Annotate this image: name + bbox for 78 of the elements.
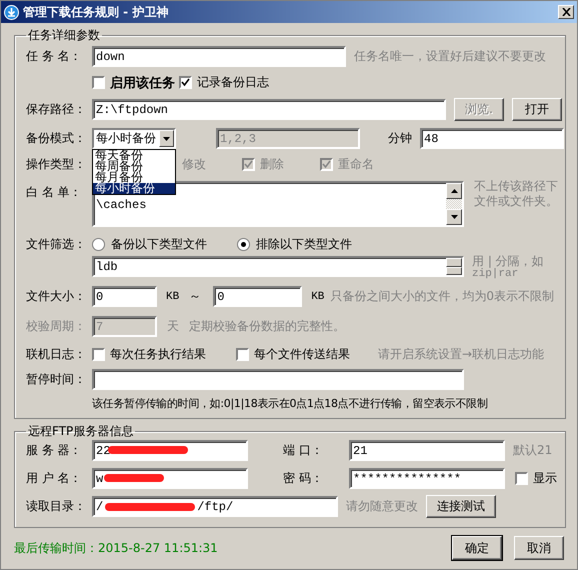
field-label: 备份模式： xyxy=(26,130,87,147)
up-arrow-icon xyxy=(450,189,458,193)
radio-label: 排除以下类型文件 xyxy=(256,236,352,252)
field-label: 密 码： xyxy=(283,470,324,487)
dialog-button[interactable]: 确定 xyxy=(452,536,502,560)
max-size-field[interactable]: 0 xyxy=(213,286,302,307)
username-field[interactable]: w xyxy=(92,468,248,489)
checkbox[interactable] xyxy=(92,348,105,360)
checkbox-label: 重命名 xyxy=(338,156,374,172)
down-arrow-icon xyxy=(450,215,458,219)
field-label: 端 口： xyxy=(283,442,324,459)
scrollbar[interactable] xyxy=(446,183,462,225)
pause-time-field[interactable] xyxy=(92,369,464,390)
checkbox[interactable] xyxy=(236,348,249,360)
close-button[interactable] xyxy=(558,5,574,19)
field-label: 保存路径： xyxy=(26,101,87,118)
unit-label: KB xyxy=(166,290,180,302)
field-label: 联机日志： xyxy=(26,346,87,362)
hint-text: 不上传该路径下文件或文件夹。 xyxy=(474,179,559,209)
checkbox-label: 记录备份日志 xyxy=(197,74,269,91)
field-label: 校验周期： xyxy=(26,318,87,335)
group-title: 远程FTP服务器信息 xyxy=(27,423,134,440)
checkbox[interactable] xyxy=(92,76,105,89)
description-text: 该任务暂停传输的时间，如:0|1|18表示在0点1点18点不进行传输，留空表示不限制 xyxy=(92,396,488,410)
connection-test-button[interactable]: 连接测试 xyxy=(426,495,496,518)
minute-field[interactable]: 48 xyxy=(420,128,564,149)
download-icon xyxy=(4,4,19,20)
dropdown-option[interactable]: 每月备份 xyxy=(93,172,175,183)
hint-text: 只备份之间大小的文件，均为0表示不限制 xyxy=(330,288,554,305)
field-label: 服 务 器： xyxy=(26,442,83,459)
server-field[interactable]: 22 xyxy=(92,440,248,461)
hint-text: 任务名唯一，设置好后建议不要更改 xyxy=(354,48,546,65)
checkbox[interactable] xyxy=(515,472,528,485)
port-field[interactable]: 21 xyxy=(349,440,505,461)
radio-button[interactable] xyxy=(92,238,105,250)
window-title: 管理下载任务规则 - 护卫神 xyxy=(23,4,170,20)
field-label: 任 务 名： xyxy=(26,48,83,65)
radio-button[interactable] xyxy=(237,238,250,250)
dropdown-option[interactable]: 每周备份 xyxy=(93,161,175,172)
mode-dropdown[interactable]: 每小时备份 xyxy=(92,128,176,149)
dropdown-option[interactable]: 每小时备份 xyxy=(93,183,175,194)
field-label: 操作类型： xyxy=(26,156,87,172)
unit-label: 天 xyxy=(167,318,179,335)
hint-text: 默认21 xyxy=(513,442,552,459)
close-icon xyxy=(562,8,570,16)
hint-text: 用 | 分隔，如 xyxy=(472,255,544,268)
range-separator: ～ xyxy=(189,288,202,305)
field-label: 文件筛选： xyxy=(26,236,87,252)
field-label: 白 名 单： xyxy=(26,184,83,201)
group-title: 任务详细参数 xyxy=(27,27,101,44)
radio-label: 备份以下类型文件 xyxy=(111,236,207,252)
checkbox-label: 启用该任务 xyxy=(110,74,175,92)
field-label: 用 户 名： xyxy=(26,470,83,487)
password-field[interactable]: *************** xyxy=(349,468,505,489)
field-label: 文件大小： xyxy=(26,288,87,305)
field-label: 暂停时间： xyxy=(26,371,87,388)
directory-field[interactable]: / /ftp/ xyxy=(92,496,338,517)
field-label: 分钟 xyxy=(388,130,412,147)
caret-icon xyxy=(163,136,170,140)
path-field[interactable]: Z:\ftpdown xyxy=(92,99,446,120)
checkbox-label: 删除 xyxy=(260,156,284,172)
hint-text: zip|rar xyxy=(472,268,520,281)
checkbox[interactable] xyxy=(179,76,192,89)
checkbox-label: 每次任务执行结果 xyxy=(110,346,206,362)
hint-text: 定期校验备份数据的完整性。 xyxy=(189,318,345,335)
min-size-field[interactable]: 0 xyxy=(92,286,157,307)
checkbox-label: 每个文件传送结果 xyxy=(254,346,350,362)
unit-label: KB xyxy=(311,290,324,302)
open-button[interactable]: 打开 xyxy=(512,98,562,121)
checkbox-label: 修改 xyxy=(182,156,206,172)
checkbox-label: 显示 xyxy=(533,470,557,487)
field-label: 读取目录： xyxy=(26,498,87,515)
last-transfer-text: 最后传输时间：2015-8-27 11:51:31 xyxy=(14,540,218,556)
hint-text: 请勿随意更改 xyxy=(346,498,418,515)
file-types-field[interactable]: ldb xyxy=(92,256,464,277)
task-name-field[interactable]: down xyxy=(92,46,346,67)
hint-text: 请开启系统设置→联机日志功能 xyxy=(378,346,544,362)
dialog-button[interactable]: 取消 xyxy=(514,536,564,560)
